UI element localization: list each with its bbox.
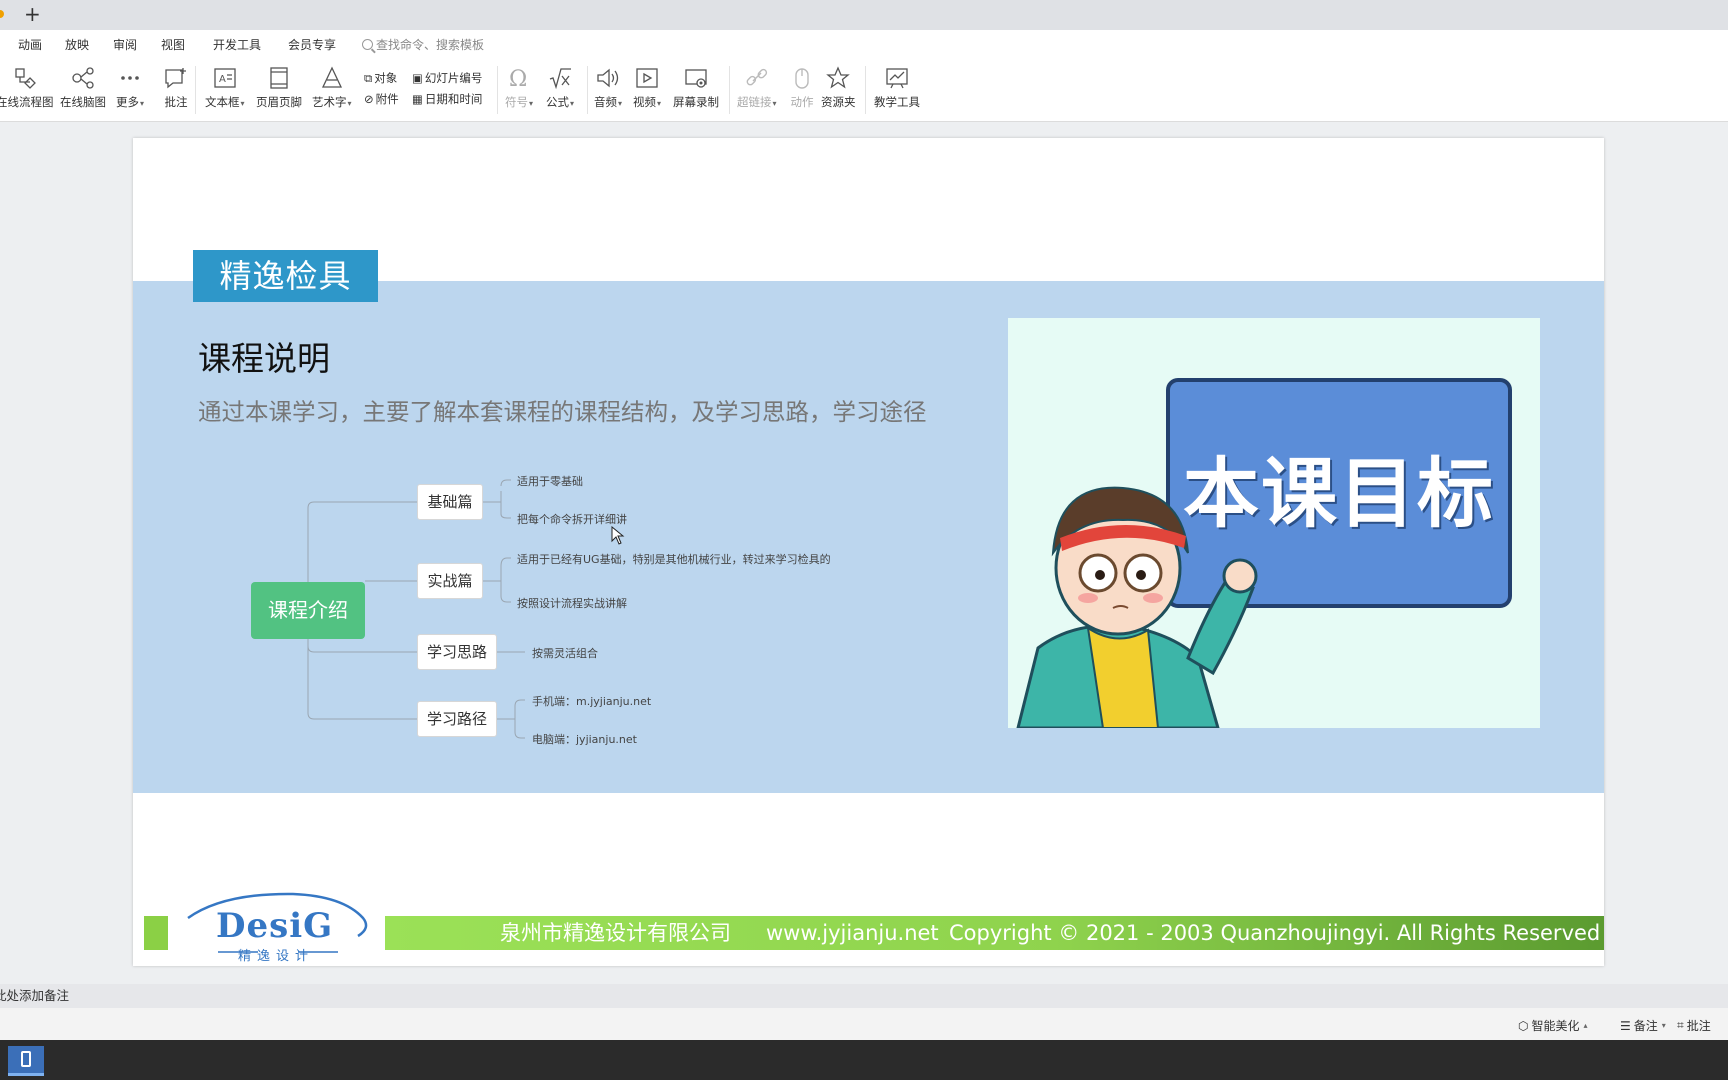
menu-view[interactable]: 视图	[161, 36, 185, 53]
cube-icon: ⬡	[1518, 1018, 1529, 1033]
video-button[interactable]: 视频▾	[633, 66, 661, 110]
search-placeholder: 查找命令、搜索模板	[376, 38, 485, 52]
datetime-button[interactable]: ▦ 日期和时间	[412, 91, 482, 107]
svg-text:A: A	[219, 74, 226, 85]
mindmap-leaf: 电脑端：jyjianju.net	[532, 733, 637, 746]
symbol-button[interactable]: Ω 符号▾	[505, 66, 533, 110]
header-footer-icon	[270, 67, 288, 89]
mindmap-leaf: 按需灵活组合	[532, 647, 598, 660]
toolbar-separator	[865, 66, 866, 114]
comments-toggle-button[interactable]: ⌗ 批注	[1677, 1017, 1711, 1034]
screen-record-button[interactable]: 屏幕录制	[673, 66, 719, 110]
ribbon: 动画 放映 审阅 视图 开发工具 会员专享 查找命令、搜索模板 在线流程图 在线…	[0, 30, 1728, 122]
slide-number-button[interactable]: ▣ 幻灯片编号	[412, 70, 482, 86]
mindmap-leaf: 手机端：m.jyjianju.net	[532, 695, 652, 708]
smart-beautify-button[interactable]: ⬡ 智能美化 ▴	[1518, 1017, 1588, 1034]
comment-small-icon: ⌗	[1677, 1018, 1684, 1032]
mouse-icon	[795, 68, 809, 89]
hyperlink-button[interactable]: 超链接▾	[737, 66, 777, 110]
command-search[interactable]: 查找命令、搜索模板	[362, 36, 484, 53]
menu-member[interactable]: 会员专享	[288, 36, 336, 53]
star-folder-icon	[826, 66, 851, 89]
tab-indicator	[0, 10, 4, 18]
speaker-icon	[597, 68, 619, 88]
footer-accent	[144, 916, 168, 950]
footer-copyright: Copyright © 2021 - 2003 Quanzhoujingyi. …	[949, 921, 1601, 945]
course-goal-picture: 本课目标	[1008, 318, 1540, 728]
object-icon: ⧉	[364, 70, 373, 85]
mindmap-node-basic: 基础篇	[417, 484, 483, 520]
more-icon	[121, 76, 139, 80]
mindmap-connectors	[307, 479, 525, 739]
audio-button[interactable]: 音频▾	[594, 66, 622, 110]
textbox-icon: A	[214, 68, 236, 88]
footer-website: www.jyjianju.net	[766, 921, 939, 945]
mindmap-node-approach: 学习思路	[417, 634, 497, 670]
notes-pane[interactable]: 此处添加备注	[0, 984, 1728, 1008]
mindmap-node-path: 学习路径	[417, 701, 497, 737]
resources-button[interactable]: 资源夹	[821, 66, 856, 110]
attachment-icon: ⊘	[364, 92, 374, 106]
toolbar-separator	[729, 66, 730, 114]
textbox-button[interactable]: A 文本框▾	[205, 66, 245, 110]
attachment-button[interactable]: ⊘ 附件	[364, 91, 399, 107]
formula-button[interactable]: 公式▾	[546, 66, 574, 110]
search-icon	[362, 39, 373, 50]
tab-strip: +	[0, 0, 1728, 30]
formula-icon	[549, 68, 571, 90]
slide-canvas[interactable]: 精逸检具 课程说明 通过本课学习，主要了解本套课程的课程结构，及学习思路，学习途…	[133, 138, 1604, 966]
omega-icon: Ω	[509, 67, 527, 90]
mindmap-root: 课程介绍	[251, 582, 365, 639]
notes-placeholder: 此处添加备注	[0, 988, 70, 1003]
notes-toggle-button[interactable]: ☰ 备注 ▾	[1620, 1017, 1666, 1034]
calendar-icon: ▦	[412, 92, 423, 106]
teaching-board-icon	[886, 68, 908, 89]
footer-company: 泉州市精逸设计有限公司	[500, 921, 731, 945]
slide-number-icon: ▣	[412, 71, 423, 85]
menu-developer[interactable]: 开发工具	[213, 36, 261, 53]
more-button[interactable]: 更多▾	[116, 66, 144, 110]
mindmap-button[interactable]: 在线脑图	[60, 66, 106, 110]
teaching-tools-button[interactable]: 教学工具	[874, 66, 920, 110]
mindmap-icon	[72, 67, 94, 89]
menu-review[interactable]: 审阅	[113, 36, 137, 53]
video-icon	[636, 68, 658, 88]
cartoon-boy-illustration	[1016, 486, 1258, 728]
comment-button[interactable]: 批注	[163, 66, 189, 110]
object-button[interactable]: ⧉ 对象	[364, 70, 397, 86]
flowchart-button[interactable]: 在线流程图	[0, 66, 54, 110]
toolbar-separator	[195, 66, 196, 114]
mindmap-leaf: 适用于已经有UG基础，特别是其他机械行业，转过来学习检具的	[517, 553, 831, 566]
toolbar-separator	[587, 66, 588, 114]
comment-icon	[165, 68, 186, 89]
link-icon	[746, 68, 767, 86]
logo-subtitle: 精逸设计	[238, 949, 315, 964]
company-logo: DesiG 精逸设计	[183, 888, 373, 964]
toolbar-separator	[497, 66, 498, 114]
mindmap-node-practice: 实战篇	[417, 563, 483, 599]
menu-animation[interactable]: 动画	[18, 36, 42, 53]
mindmap-leaf: 按照设计流程实战讲解	[517, 597, 627, 610]
status-bar: ⬡ 智能美化 ▴ ☰ 备注 ▾ ⌗ 批注	[0, 1008, 1728, 1040]
wordart-button[interactable]: 艺术字▾	[312, 66, 352, 110]
mouse-cursor-icon	[611, 526, 625, 545]
phone-icon	[21, 1051, 31, 1067]
menu-slideshow[interactable]: 放映	[65, 36, 89, 53]
mindmap-leaf: 适用于零基础	[517, 475, 583, 488]
mindmap-leaf: 把每个命令拆开详细讲	[517, 513, 627, 526]
taskbar	[0, 1040, 1728, 1080]
header-footer-button[interactable]: 页眉页脚	[256, 66, 302, 110]
svg-text:Ω: Ω	[509, 67, 527, 90]
logo-text: DesiG	[216, 906, 334, 946]
notes-icon: ☰	[1620, 1018, 1631, 1033]
flowchart-icon	[15, 68, 36, 89]
footer-bar: 泉州市精逸设计有限公司 www.jyjianju.net Copyright ©…	[385, 916, 1604, 950]
taskbar-app-button[interactable]	[8, 1046, 44, 1076]
screen-record-icon	[685, 69, 707, 88]
action-button[interactable]: 动作	[789, 66, 815, 110]
new-tab-button[interactable]: +	[24, 2, 41, 26]
wordart-icon	[321, 66, 342, 88]
